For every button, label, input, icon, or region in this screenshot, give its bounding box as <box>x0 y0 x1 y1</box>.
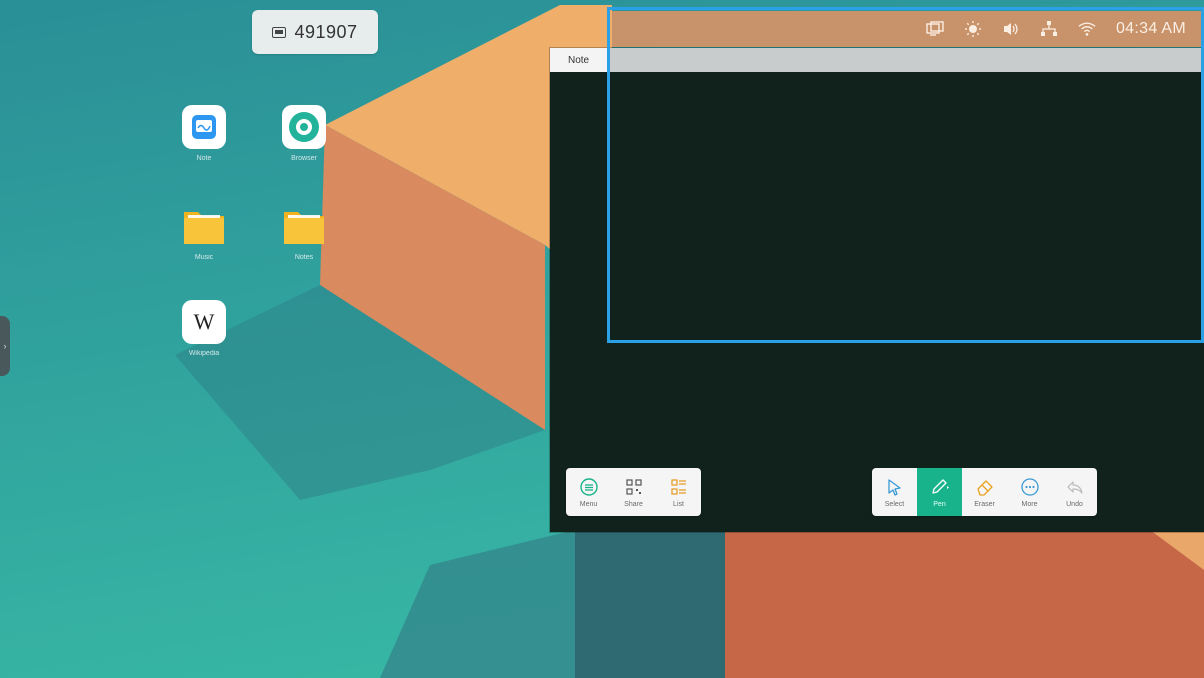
note-app-icon <box>182 105 226 149</box>
desktop-icon-label: Browser <box>291 155 317 162</box>
eraser-tool-button[interactable]: Eraser <box>962 468 1007 516</box>
system-status-bar: 04:34 AM <box>612 11 1204 47</box>
wifi-icon[interactable] <box>1078 20 1096 38</box>
screen-icon <box>272 26 287 38</box>
note-canvas[interactable] <box>550 72 1204 532</box>
folder-icon <box>282 204 326 248</box>
more-button[interactable]: More <box>1007 468 1052 516</box>
select-label: Select <box>884 500 905 508</box>
browser-app-icon <box>282 105 326 149</box>
list-label: List <box>673 500 684 508</box>
undo-button[interactable]: Undo <box>1052 468 1097 516</box>
share-label: Share <box>624 500 643 508</box>
share-code-text: 491907 <box>294 21 358 42</box>
eraser-label: Eraser <box>974 500 995 508</box>
chevron-right-icon: › <box>3 341 7 351</box>
select-tool-button[interactable]: Select <box>872 468 917 516</box>
screen-share-code[interactable]: 491907 <box>252 10 378 54</box>
wikipedia-icon: W <box>182 300 226 344</box>
more-icon <box>1020 477 1040 497</box>
cursor-icon <box>885 477 905 497</box>
menu-button[interactable]: Menu <box>566 468 611 516</box>
volume-icon[interactable] <box>1002 20 1020 38</box>
side-drawer-handle[interactable]: › <box>0 316 10 376</box>
pen-icon <box>930 477 950 497</box>
desktop-icon-notes-folder[interactable]: Notes <box>269 204 339 261</box>
share-button[interactable]: Share <box>611 468 656 516</box>
list-button[interactable]: List <box>656 468 701 516</box>
drawing-toolbar: Select Pen Eraser More Undo <box>872 468 1097 516</box>
qr-code-icon <box>624 477 644 497</box>
left-toolbar: Menu Share List <box>566 468 701 516</box>
screen-mirror-icon[interactable] <box>926 20 944 38</box>
desktop-icon-label: Music <box>194 254 214 261</box>
desktop-icon-label: Wikipedia <box>188 350 220 357</box>
undo-icon <box>1065 477 1085 497</box>
brightness-icon[interactable] <box>964 20 982 38</box>
desktop-icon-note[interactable]: Note <box>169 105 239 162</box>
clock-time: 04:34 AM <box>1115 20 1186 37</box>
desktop-icon-wikipedia[interactable]: W Wikipedia <box>169 300 239 357</box>
pen-label: Pen <box>933 500 946 508</box>
network-icon[interactable] <box>1040 20 1058 38</box>
menu-icon <box>579 477 599 497</box>
note-app-window[interactable]: Note Menu Share List Select Pen Eraser M… <box>550 48 1204 532</box>
menu-label: Menu <box>579 500 598 508</box>
undo-label: Undo <box>1066 500 1083 508</box>
note-titlebar: Note <box>550 48 1204 72</box>
desktop-icon-music-folder[interactable]: Music <box>169 204 239 261</box>
folder-icon <box>182 204 226 248</box>
desktop-icon-browser[interactable]: Browser <box>269 105 339 162</box>
wikipedia-glyph: W <box>193 309 215 334</box>
desktop-icon-label: Note <box>196 155 212 162</box>
desktop-icon-label: Notes <box>294 254 314 261</box>
eraser-icon <box>975 477 995 497</box>
more-label: More <box>1021 500 1038 508</box>
pen-tool-button[interactable]: Pen <box>917 468 962 516</box>
note-tab[interactable]: Note <box>550 48 608 72</box>
list-icon <box>669 477 689 497</box>
